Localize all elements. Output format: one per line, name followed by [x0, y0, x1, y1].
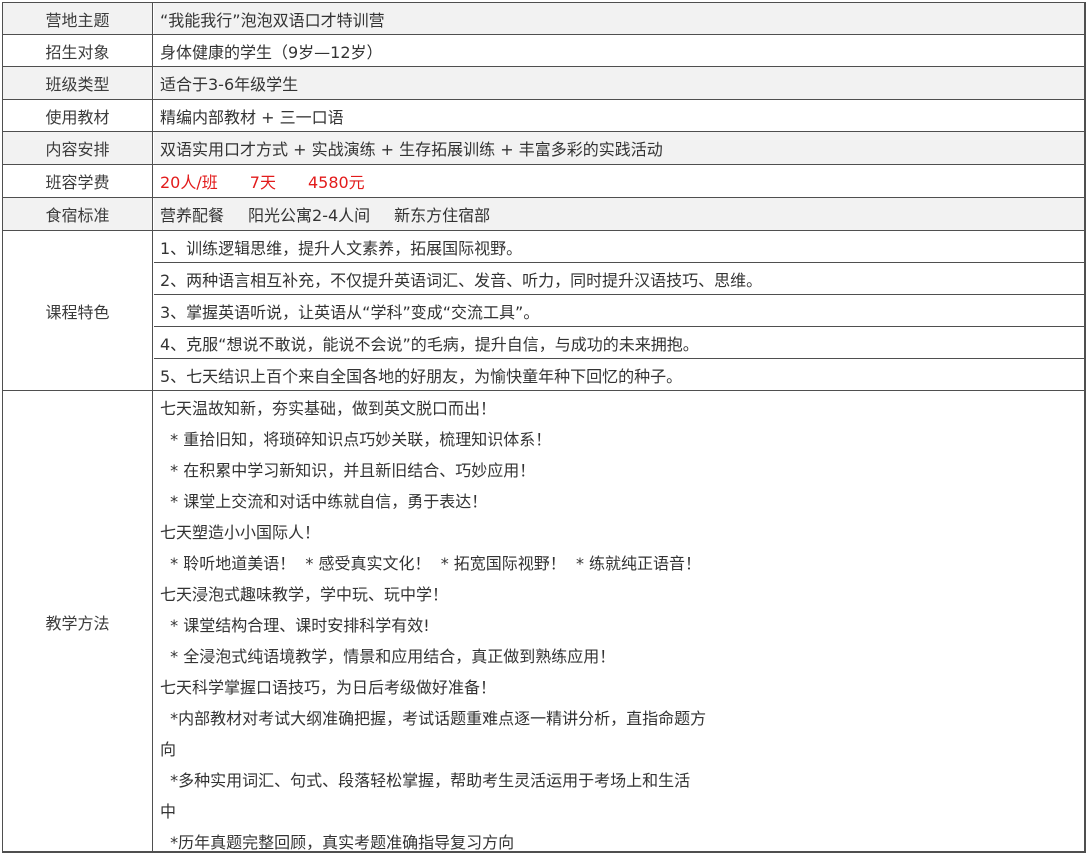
row-label: 内容安排 — [3, 132, 153, 164]
duration: 7天 — [249, 173, 276, 192]
feature-item: 2、两种语言相互补充，不仅提升英语词汇、发音、听力，同时提升汉语技巧、思维。 — [154, 263, 1084, 295]
row-value: 适合于3-6年级学生 — [154, 67, 1084, 99]
row-label: 课程特色 — [3, 231, 153, 390]
table-row: 招生对象 身体健康的学生（9岁—12岁） — [3, 35, 1084, 67]
price: 4580元 — [307, 173, 365, 192]
method-line: * 课堂上交流和对话中练就自信，勇于表达！ — [160, 491, 488, 511]
table-row: 班级类型 适合于3-6年级学生 — [3, 67, 1084, 100]
row-label: 教学方法 — [3, 391, 153, 853]
row-label: 招生对象 — [3, 35, 153, 66]
row-value: 身体健康的学生（9岁—12岁） — [160, 42, 383, 62]
method-line: 中 — [160, 801, 177, 821]
method-line: 七天浸泡式趣味教学，学中玩、玩中学！ — [160, 584, 449, 604]
table-row-fee: 班容学费 20人/班 7天 4580元 — [3, 165, 1084, 198]
fee-value: 20人/班 7天 4580元 — [154, 165, 1084, 197]
row-value: “我能我行”泡泡双语口才特训营 — [154, 3, 1084, 34]
table-row-features: 课程特色 1、训练逻辑思维，提升人文素养，拓展国际视野。 2、两种语言相互补充，… — [3, 231, 1084, 391]
table-row: 使用教材 精编内部教材 + 三一口语 — [3, 100, 1084, 132]
method-line: * 在积累中学习新知识，并且新旧结合、巧妙应用！ — [160, 460, 536, 480]
method-line: * 课堂结构合理、课时安排科学有效! — [160, 615, 430, 635]
meal-item: 营养配餐 — [160, 206, 225, 225]
feature-item: 5、七天结识上百个来自全国各地的好朋友，为愉快童年种下回忆的种子。 — [160, 366, 683, 386]
table-row: 营地主题 “我能我行”泡泡双语口才特训营 — [3, 3, 1084, 35]
table-row: 内容安排 双语实用口才方式 + 实战演练 + 生存拓展训练 + 丰富多彩的实践活… — [3, 132, 1084, 165]
accommodation-value: 营养配餐 阳光公寓2-4人间 新东方住宿部 — [154, 198, 1084, 230]
row-label: 营地主题 — [3, 3, 153, 34]
method-line: 七天温故知新，夯实基础，做到英文脱口而出！ — [160, 398, 497, 418]
row-value: 双语实用口才方式 + 实战演练 + 生存拓展训练 + 丰富多彩的实践活动 — [154, 132, 1084, 164]
dorm-item: 新东方住宿部 — [394, 206, 491, 225]
method-line: 七天科学掌握口语技巧，为日后考级做好准备！ — [160, 677, 497, 697]
table-row-accommodation: 食宿标准 营养配餐 阳光公寓2-4人间 新东方住宿部 — [3, 198, 1084, 231]
method-line: * 全浸泡式纯语境教学，情景和应用结合，真正做到熟练应用！ — [160, 646, 616, 666]
room-item: 阳光公寓2-4人间 — [248, 206, 371, 225]
method-line: *历年真题完整回顾，真实考题准确指导复习方向 — [160, 832, 515, 852]
method-line: 向 — [160, 739, 177, 759]
class-size: 20人/班 — [160, 173, 218, 192]
feature-item: 4、克服“想说不敢说，能说不会说”的毛病，提升自信，与成功的未来拥抱。 — [154, 327, 1084, 359]
camp-info-table: 营地主题 “我能我行”泡泡双语口才特训营 招生对象 身体健康的学生（9岁—12岁… — [2, 2, 1086, 853]
method-line: *多种实用词汇、句式、段落轻松掌握，帮助考生灵活运用于考场上和生活 — [160, 770, 691, 790]
method-line: * 聆听地道美语！ * 感受真实文化！ * 拓宽国际视野！ * 练就纯正语音！ — [160, 553, 702, 573]
row-value: 精编内部教材 + 三一口语 — [160, 107, 344, 127]
method-line: *内部教材对考试大纲准确把握，考试话题重难点逐一精讲分析，直指命题方 — [160, 708, 707, 728]
row-label: 使用教材 — [3, 100, 153, 131]
row-label: 食宿标准 — [3, 198, 153, 230]
feature-item: 1、训练逻辑思维，提升人文素养，拓展国际视野。 — [154, 231, 1084, 263]
feature-item: 3、掌握英语听说，让英语从“学科”变成“交流工具”。 — [154, 295, 1084, 327]
table-row-methods: 教学方法 七天温故知新，夯实基础，做到英文脱口而出！ * 重拾旧知，将琐碎知识点… — [3, 391, 1084, 853]
row-label: 班级类型 — [3, 67, 153, 99]
row-label: 班容学费 — [3, 165, 153, 197]
method-line: * 重拾旧知，将琐碎知识点巧妙关联，梳理知识体系！ — [160, 429, 552, 449]
method-line: 七天塑造小小国际人！ — [160, 522, 321, 542]
